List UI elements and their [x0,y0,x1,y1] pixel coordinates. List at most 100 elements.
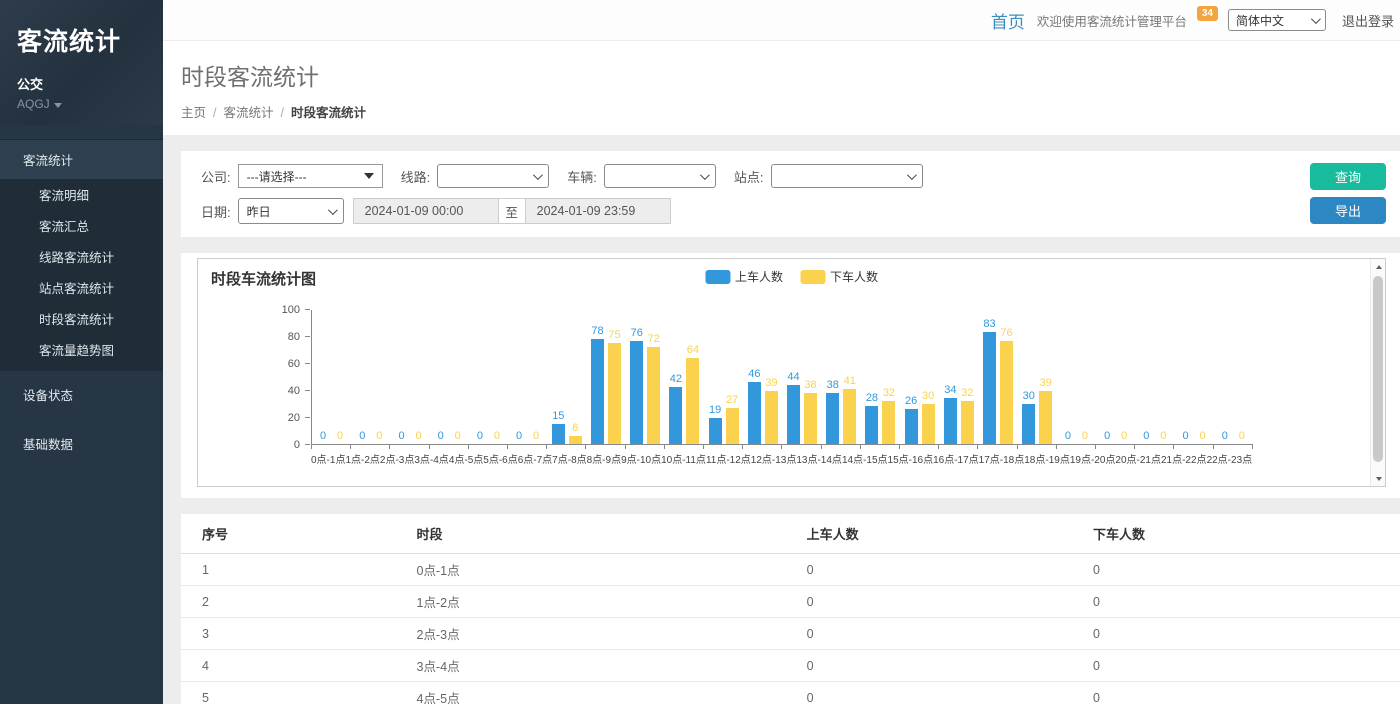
table-cell: 0 [1083,618,1400,650]
sidebar-item-period-stats[interactable]: 时段客流统计 [0,303,163,334]
legend-swatch-icon [800,270,825,284]
bar-value-label: 0 [1239,431,1245,442]
bar[interactable] [804,393,817,444]
bar[interactable] [709,418,722,444]
legend-item[interactable]: 下车人数 [800,268,878,285]
sidebar-item-base-data[interactable]: 基础数据 [0,424,163,463]
bar[interactable] [1022,404,1035,445]
bar-wrap: 76 [630,328,643,444]
bar[interactable] [826,393,839,444]
chevron-down-icon [54,103,62,108]
x-tick [900,445,939,449]
bar-value-label: 34 [944,385,956,396]
bar-value-label: 39 [765,378,777,389]
table-cell: 0 [797,554,1083,586]
logout-link[interactable]: 退出登录 [1342,11,1394,30]
scrollbar-thumb[interactable] [1373,276,1383,462]
table-row[interactable]: 43点-4点00 [181,650,1400,682]
sidebar-item-passenger-stats[interactable]: 客流统计 [0,140,163,179]
breadcrumb-passenger-stats[interactable]: 客流统计 [224,106,274,120]
bar[interactable] [748,382,761,444]
scrollbar-down-arrow-icon[interactable] [1371,471,1386,486]
bar[interactable] [787,385,800,444]
x-tick [861,445,900,449]
chart-scrollbar[interactable] [1370,259,1385,486]
station-select[interactable] [771,164,923,188]
bar-value-label: 0 [320,431,326,442]
bar[interactable] [608,343,621,444]
bar-wrap: 0 [1235,431,1248,444]
breadcrumb-current: 时段客流统计 [291,106,366,120]
notification-badge[interactable]: 34 [1197,6,1218,21]
bar[interactable] [983,332,996,444]
bar[interactable] [961,401,974,444]
date-start-input[interactable]: 2024-01-09 00:00 [353,198,499,224]
bar-wrap: 32 [882,388,895,444]
bar-wrap: 27 [726,395,739,444]
bar-wrap: 26 [905,396,918,444]
x-axis-label: 4点-5点 [449,451,483,466]
export-button[interactable]: 导出 [1310,197,1386,224]
bar-wrap: 0 [1101,431,1114,444]
bar-value-label: 0 [1160,431,1166,442]
bar[interactable] [569,436,582,444]
date-preset-select[interactable]: 昨日 [238,198,344,224]
table-row[interactable]: 54点-5点00 [181,682,1400,704]
bar[interactable] [765,391,778,444]
bar[interactable] [647,347,660,444]
bar-group: 00 [430,310,469,444]
table-row[interactable]: 21点-2点00 [181,586,1400,618]
dropdown-arrow-icon [364,173,374,179]
bar[interactable] [922,404,935,445]
bar-group: 4639 [743,310,782,444]
company-select[interactable]: ---请选择--- [238,164,383,188]
table-cell: 3点-4点 [407,650,797,682]
bar-group: 7672 [626,310,665,444]
bar[interactable] [1000,341,1013,444]
table-cell: 0 [1083,682,1400,704]
home-link[interactable]: 首页 [991,8,1025,33]
sidebar-item-station-stats[interactable]: 站点客流统计 [0,272,163,303]
topbar: 首页 欢迎使用客流统计管理平台 34 简体中文 退出登录 [163,0,1400,41]
bar[interactable] [630,341,643,444]
org-code-dropdown[interactable]: AQGJ [17,97,163,111]
bar[interactable] [905,409,918,444]
table-row[interactable]: 32点-3点00 [181,618,1400,650]
bar[interactable] [944,398,957,444]
chevron-down-icon [328,205,338,215]
query-button[interactable]: 查询 [1310,163,1386,190]
sidebar-item-device-status[interactable]: 设备状态 [0,375,163,414]
x-tick [626,445,665,449]
bar-wrap: 39 [1039,378,1052,444]
bar[interactable] [865,406,878,444]
bar-wrap: 44 [787,372,800,444]
vehicle-select[interactable] [604,164,716,188]
scrollbar-up-arrow-icon[interactable] [1371,259,1386,274]
bar-wrap: 34 [944,385,957,444]
bar-wrap: 15 [552,411,565,444]
bar[interactable] [552,424,565,444]
bar-value-label: 0 [516,431,522,442]
table-cell: 1点-2点 [407,586,797,618]
bar[interactable] [726,408,739,444]
date-end-input[interactable]: 2024-01-09 23:59 [525,198,671,224]
bar[interactable] [686,358,699,444]
app-logo: 客流统计 [17,22,163,58]
sidebar-item-passenger-detail[interactable]: 客流明细 [0,179,163,210]
language-select[interactable]: 简体中文 [1228,9,1326,31]
bar[interactable] [669,387,682,444]
bar-value-label: 0 [1143,431,1149,442]
bar[interactable] [843,389,856,444]
table-row[interactable]: 10点-1点00 [181,554,1400,586]
bar[interactable] [1039,391,1052,444]
sidebar-item-line-stats[interactable]: 线路客流统计 [0,241,163,272]
line-select[interactable] [437,164,549,188]
legend-item[interactable]: 上车人数 [705,268,783,285]
breadcrumb-home[interactable]: 主页 [181,106,206,120]
sidebar-item-passenger-summary[interactable]: 客流汇总 [0,210,163,241]
sidebar-item-trend-chart[interactable]: 客流量趋势图 [0,334,163,365]
bar-group: 3841 [822,310,861,444]
bar[interactable] [591,339,604,444]
bar[interactable] [882,401,895,444]
x-axis-label: 10点-11点 [661,451,706,466]
